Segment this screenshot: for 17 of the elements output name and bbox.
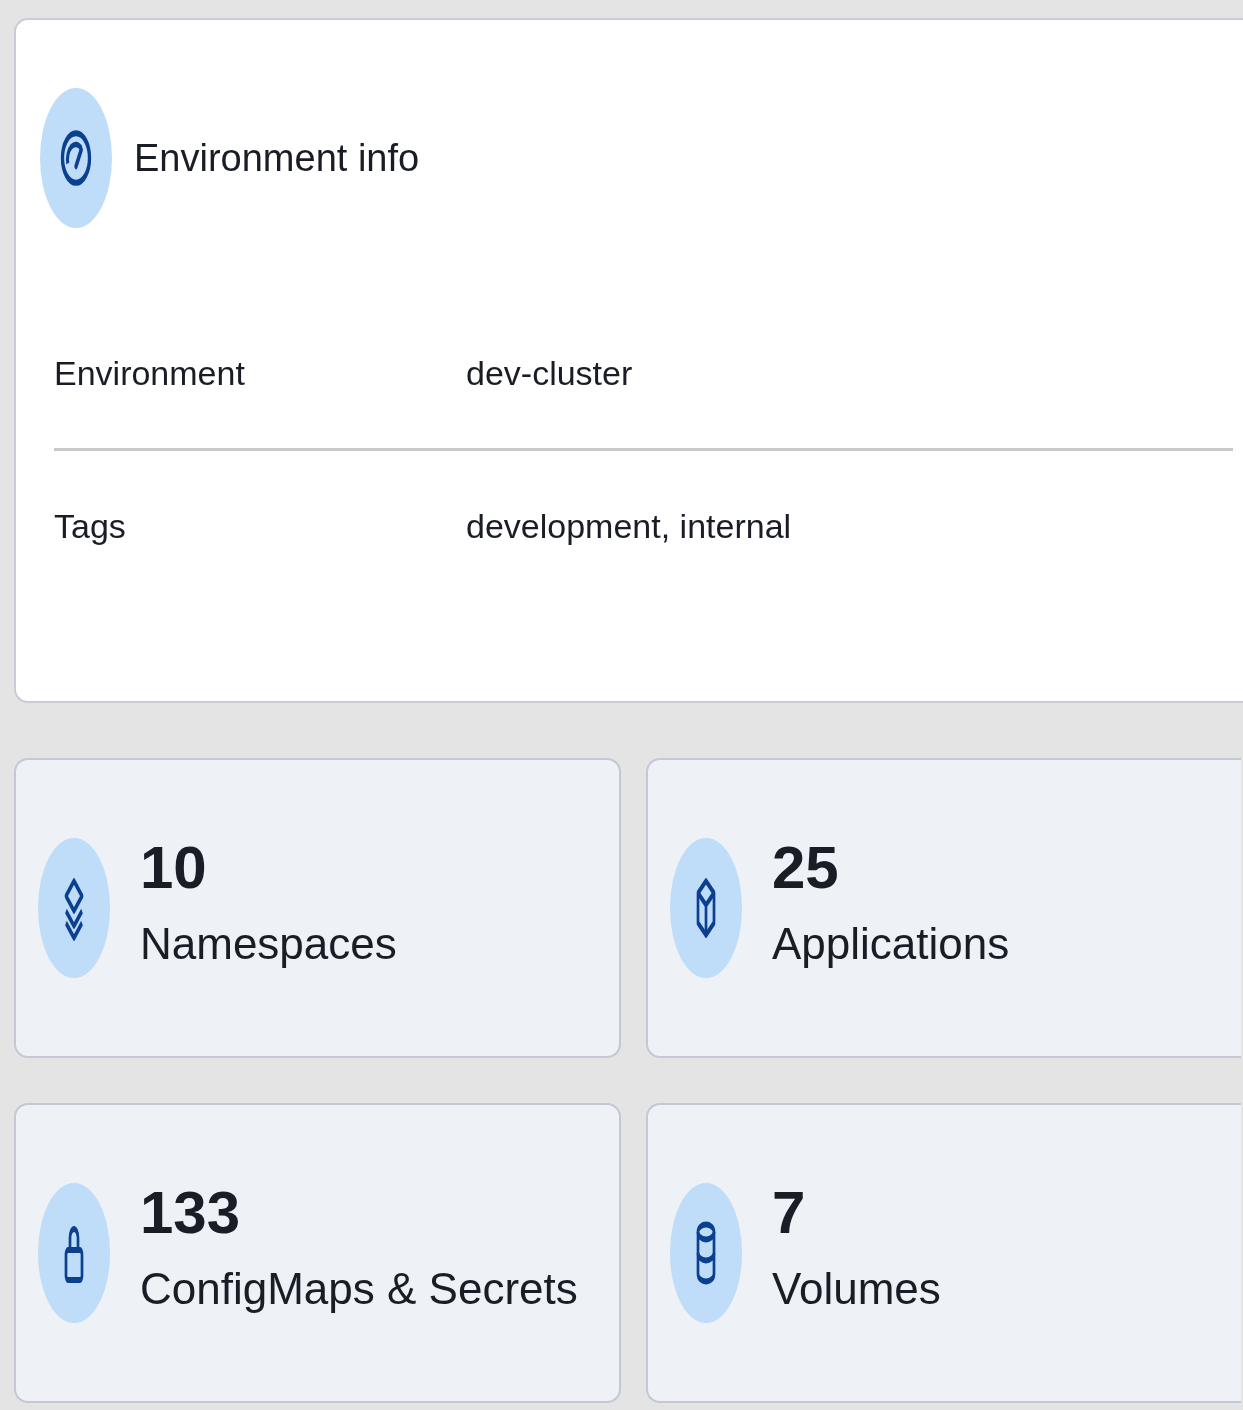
card-title: Environment info [134,136,420,180]
stat-label: Volumes [772,1267,941,1311]
field-value: dev-cluster [466,353,633,393]
stat-label: Namespaces [140,922,397,966]
stat-card[interactable]: 7 Volumes [646,1103,1241,1403]
stat-label: ConfigMaps & Secrets [140,1267,578,1311]
stat-card[interactable]: 133 ConfigMaps & Secrets [14,1103,621,1403]
stat-count: 7 [772,1183,807,1243]
stat-count: 25 [772,838,840,898]
field-label: Tags [54,506,127,546]
field-label: Environment [54,353,246,393]
stat-count: 10 [140,838,208,898]
stat-card[interactable]: 25 Applications [646,758,1241,1058]
stat-count: 133 [140,1183,242,1243]
stat-label: Applications [772,922,1010,966]
stat-card[interactable]: 10 Namespaces [14,758,621,1058]
field-value: development, internal [466,506,792,546]
